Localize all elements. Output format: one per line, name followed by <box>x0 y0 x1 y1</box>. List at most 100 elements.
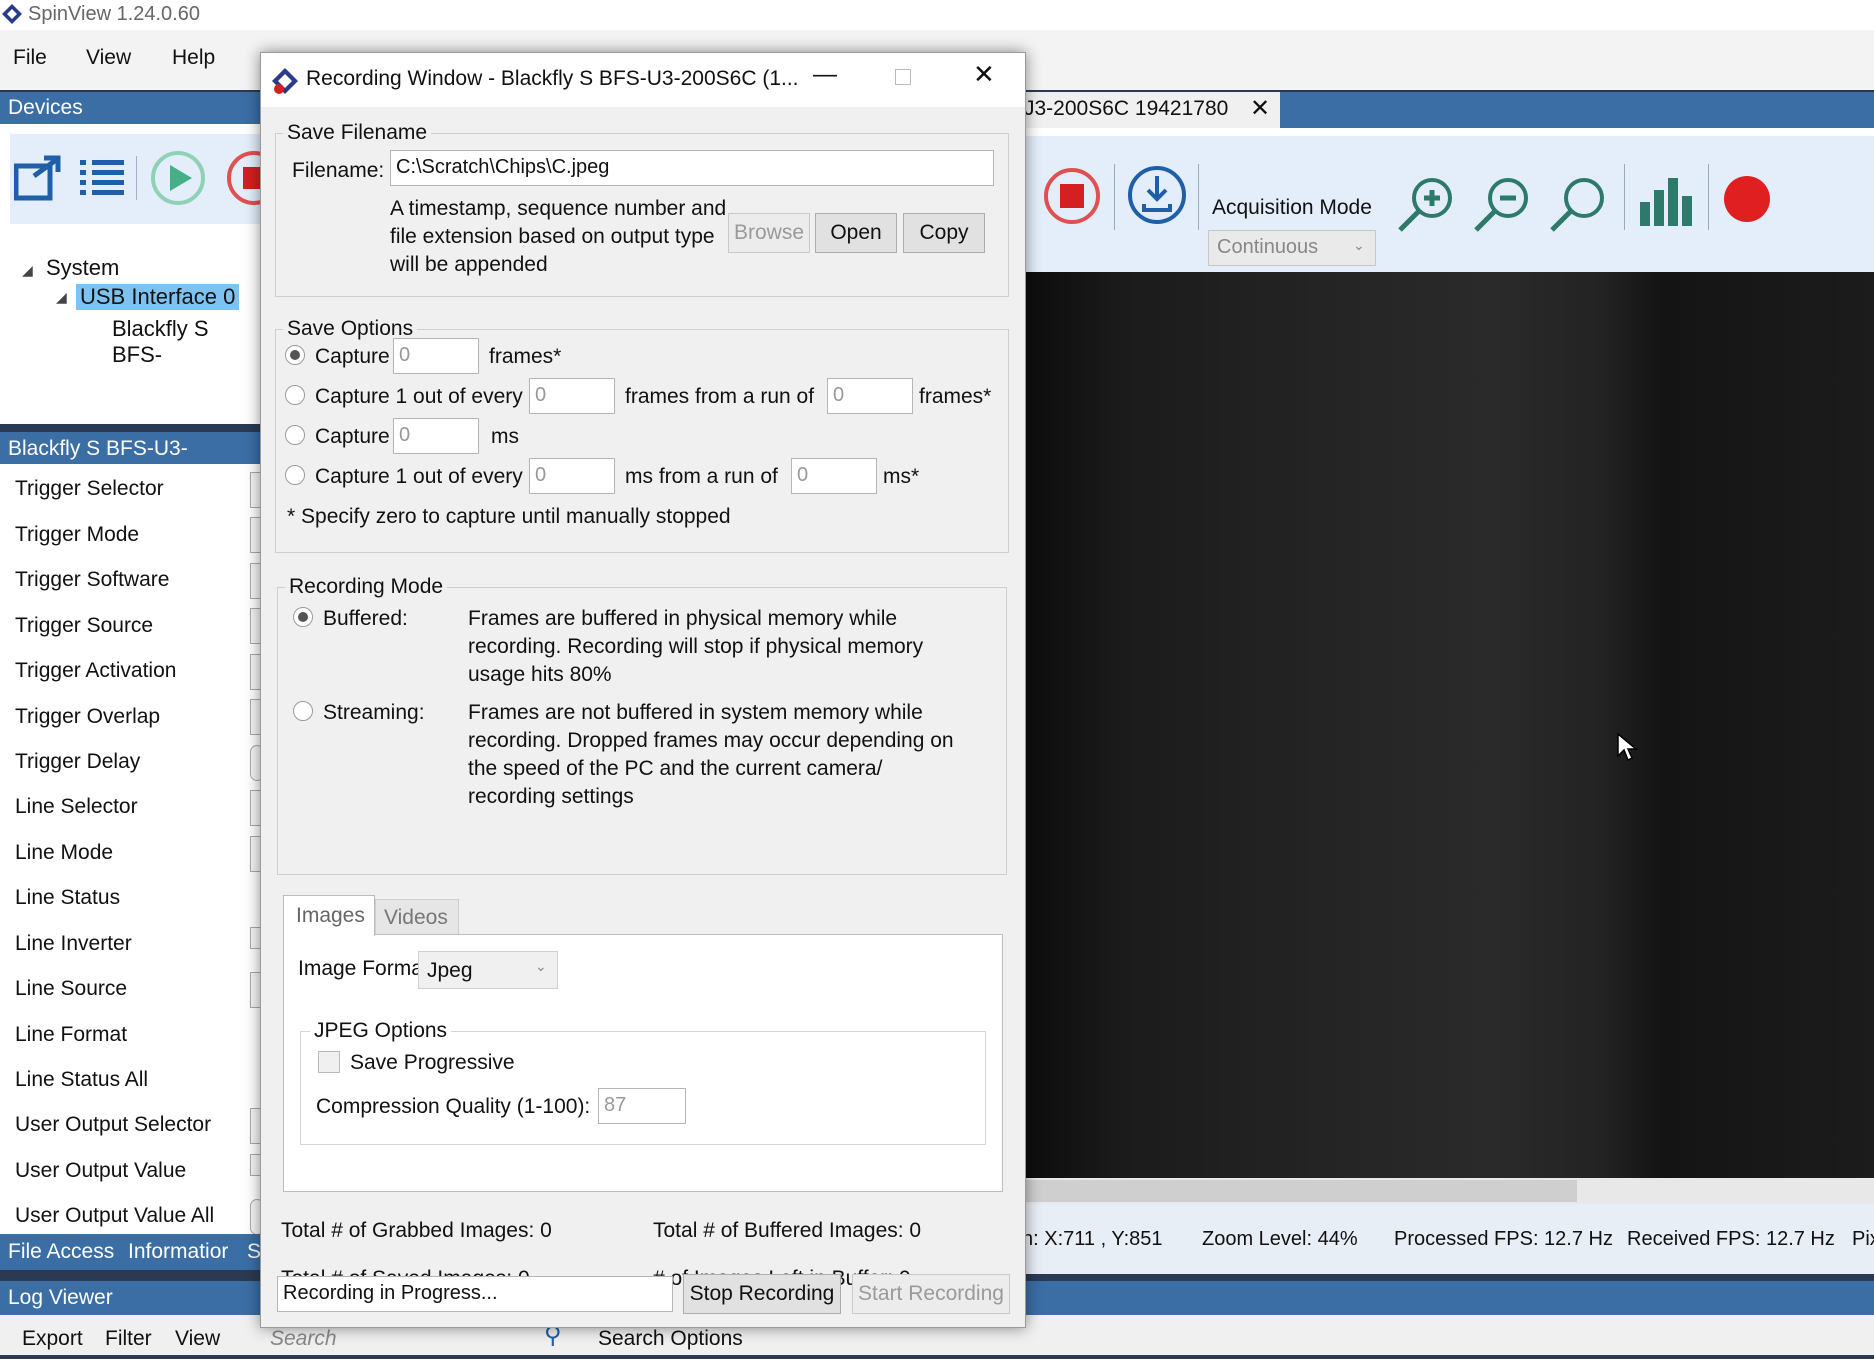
prop-user-output-value-all[interactable]: User Output Value All <box>15 1204 214 1228</box>
compression-quality-label: Compression Quality (1-100): <box>316 1095 591 1118</box>
menu-file[interactable]: File <box>13 46 47 70</box>
capture-frames-input[interactable]: 0 <box>393 338 479 374</box>
zoom-in-icon[interactable] <box>1394 174 1456 236</box>
prop-line-status-all[interactable]: Line Status All <box>15 1068 148 1092</box>
filename-input[interactable]: C:\Scratch\Chips\C.jpeg <box>390 150 994 186</box>
every-n-ms-input[interactable]: 0 <box>529 458 615 494</box>
close-tab-icon[interactable]: ✕ <box>1250 94 1270 123</box>
prop-line-mode[interactable]: Line Mode <box>15 841 113 865</box>
stop-acquisition-icon[interactable] <box>1042 166 1102 226</box>
list-view-icon[interactable] <box>80 156 126 200</box>
prop-line-inverter[interactable]: Line Inverter <box>15 932 132 956</box>
save-progressive-checkbox[interactable] <box>318 1051 340 1073</box>
prop-line-status[interactable]: Line Status <box>15 886 120 910</box>
tab-videos[interactable]: Videos <box>375 899 459 935</box>
zero-capture-note: * Specify zero to capture until manually… <box>287 505 731 528</box>
log-menu-export[interactable]: Export <box>22 1327 83 1351</box>
browse-button[interactable]: Browse <box>728 213 810 253</box>
capture-ms-input[interactable]: 0 <box>393 418 479 454</box>
processed-fps: Processed FPS: 12.7 Hz <box>1394 1228 1613 1250</box>
run-of-ms-input[interactable]: 0 <box>791 458 877 494</box>
minimize-icon[interactable]: — <box>813 61 837 89</box>
tree-node-camera[interactable]: Blackfly S BFS- <box>112 316 262 368</box>
recording-mode-label: Recording Mode <box>285 575 448 599</box>
buffered-description: Frames are buffered in physical memory w… <box>468 607 924 686</box>
toolbar-divider <box>1624 164 1625 230</box>
prop-line-source[interactable]: Line Source <box>15 977 127 1001</box>
properties-panel: Trigger Selector Trigger Mode Trigger So… <box>0 464 264 1235</box>
capture-nth-ms-radio[interactable] <box>285 465 305 485</box>
camera-toolbar: Acquisition Mode Continuous ⌄ <box>1022 128 1874 278</box>
prop-line-format[interactable]: Line Format <box>15 1023 127 1047</box>
histogram-icon[interactable] <box>1636 170 1696 230</box>
stop-icon[interactable] <box>226 150 262 206</box>
log-menu-filter[interactable]: Filter <box>105 1327 152 1351</box>
tab-videos-label: Videos <box>384 906 448 929</box>
one-out-of-every-label: Capture 1 out of every <box>315 465 523 488</box>
input-value: 0 <box>399 424 411 446</box>
capture-frames-radio[interactable] <box>285 345 305 365</box>
prop-trigger-software[interactable]: Trigger Software <box>15 568 169 592</box>
buffered-radio[interactable] <box>293 607 313 627</box>
prop-trigger-mode[interactable]: Trigger Mode <box>15 523 139 547</box>
image-format-select[interactable]: Jpeg ⌄ <box>418 951 558 989</box>
save-image-icon[interactable] <box>1126 164 1188 226</box>
tab-information[interactable]: Informatior <box>128 1240 228 1264</box>
horizontal-scrollbar[interactable] <box>1022 1178 1874 1204</box>
prop-trigger-delay[interactable]: Trigger Delay <box>15 750 140 774</box>
prop-trigger-selector[interactable]: Trigger Selector <box>15 477 164 501</box>
log-search-input[interactable]: Search <box>270 1327 337 1351</box>
prop-trigger-activation[interactable]: Trigger Activation <box>15 659 176 683</box>
compression-quality-input[interactable]: 87 <box>598 1088 686 1124</box>
record-icon[interactable] <box>1722 174 1772 224</box>
save-progressive-label: Save Progressive <box>350 1051 515 1074</box>
capture-nth-frame-radio[interactable] <box>285 385 305 405</box>
copy-button[interactable]: Copy <box>903 213 985 253</box>
menu-help[interactable]: Help <box>172 46 215 70</box>
prop-line-selector[interactable]: Line Selector <box>15 795 138 819</box>
prop-trigger-source[interactable]: Trigger Source <box>15 614 153 638</box>
search-options-button[interactable]: Search Options <box>598 1327 743 1351</box>
camera-image-view[interactable] <box>1022 272 1874 1178</box>
tab-s[interactable]: S <box>247 1240 261 1264</box>
scrollbar-thumb[interactable] <box>1022 1180 1577 1202</box>
acquisition-mode-label: Acquisition Mode <box>1212 196 1372 219</box>
grabbed-images-count: Total # of Grabbed Images: 0 <box>281 1219 552 1242</box>
zoom-out-icon[interactable] <box>1470 174 1532 236</box>
camera-tab[interactable]: J3-200S6C 19421780 ✕ <box>1022 92 1280 128</box>
devices-title: Devices <box>8 96 83 119</box>
menu-view[interactable]: View <box>86 46 131 70</box>
capture-ms-radio[interactable] <box>285 425 305 445</box>
streaming-radio[interactable] <box>293 701 313 721</box>
open-button[interactable]: Open <box>815 213 897 253</box>
prop-user-output-value[interactable]: User Output Value <box>15 1159 186 1183</box>
image-format-value: Jpeg <box>427 959 473 982</box>
tree-node-system[interactable]: System <box>46 255 119 281</box>
log-menu-view[interactable]: View <box>175 1327 220 1351</box>
zoom-level: Zoom Level: 44% <box>1202 1228 1358 1250</box>
maximize-icon[interactable] <box>895 69 911 85</box>
expand-arrow-icon[interactable]: ◢ <box>56 289 67 306</box>
properties-panel-header: Blackfly S BFS-U3-200S6C 1 <box>0 432 262 484</box>
play-icon[interactable] <box>150 150 206 206</box>
zoom-fit-icon[interactable] <box>1546 174 1608 236</box>
every-n-frames-input[interactable]: 0 <box>529 378 615 414</box>
refresh-devices-icon[interactable] <box>14 152 64 202</box>
prop-user-output-selector[interactable]: User Output Selector <box>15 1113 211 1137</box>
log-viewer-title: Log Viewer <box>8 1286 113 1309</box>
stop-recording-button[interactable]: Stop Recording <box>683 1274 841 1314</box>
expand-arrow-icon[interactable]: ◢ <box>22 262 33 279</box>
filename-hint: A timestamp, sequence number and file ex… <box>390 197 727 276</box>
close-icon[interactable]: ✕ <box>973 59 995 90</box>
start-recording-button[interactable]: Start Recording <box>852 1274 1010 1314</box>
tab-file-access[interactable]: File Access <box>8 1240 114 1264</box>
run-of-frames-input[interactable]: 0 <box>827 378 913 414</box>
prop-trigger-overlap[interactable]: Trigger Overlap <box>15 705 160 729</box>
acquisition-mode-select[interactable]: Continuous ⌄ <box>1208 230 1376 266</box>
toolbar-divider <box>1708 164 1709 230</box>
frames-star-label: frames* <box>919 385 992 408</box>
devices-panel-header: Devices <box>0 92 262 124</box>
spinview-logo-icon <box>272 68 298 94</box>
tab-images[interactable]: Images <box>283 895 375 936</box>
tree-node-usb-interface[interactable]: USB Interface 0 <box>76 284 240 310</box>
